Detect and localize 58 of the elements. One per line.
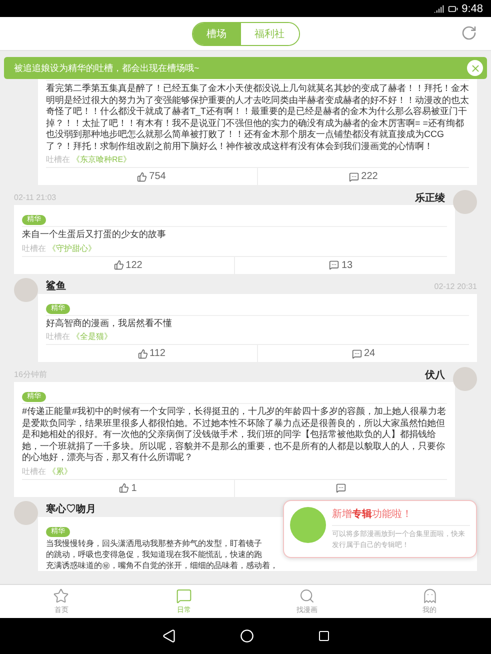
- source-prefix: 吐槽在: [46, 154, 70, 165]
- battery-icon: [448, 4, 458, 14]
- recents-icon: [318, 630, 330, 642]
- close-button[interactable]: [467, 60, 483, 76]
- user-avatar[interactable]: [14, 501, 38, 525]
- like-button[interactable]: 122: [22, 256, 234, 274]
- comment-icon: [349, 172, 360, 182]
- thumbs-up-icon: [137, 172, 148, 182]
- post-text-line: 充满诱惑味道的㊙，嘴角不自觉的张开，细细的品味着，感动着，: [46, 560, 278, 570]
- comment-icon: [352, 348, 362, 358]
- like-button[interactable]: 112: [46, 345, 257, 362]
- clock: 9:48: [462, 2, 483, 14]
- comment-button[interactable]: 13: [234, 256, 447, 274]
- post-text-line: 当我慢慢转身，回头潇洒甩动我那整齐帅气的发型，盯着镜子: [46, 538, 262, 548]
- user-name: 寒心♡吻月: [46, 502, 96, 516]
- user-name: 乐正绫: [415, 192, 445, 204]
- thumbs-up-icon: [138, 348, 148, 358]
- comment-button[interactable]: 222: [257, 168, 469, 185]
- source-link[interactable]: 《累》: [48, 466, 72, 476]
- like-button[interactable]: 754: [46, 168, 257, 185]
- ghost-icon: [422, 588, 438, 604]
- post-text-line: 的跳动，呼吸也变得急促，我知道现在我不能慌乱，快速的跑: [46, 548, 262, 560]
- post-text: 来自一个生蛋后又打蛋的少女的故事: [22, 226, 447, 240]
- speech-bubble-icon: [176, 588, 192, 604]
- source-prefix: 吐槽在: [22, 466, 46, 476]
- user-name: 鲨鱼: [46, 279, 66, 293]
- comment-button[interactable]: 24: [257, 345, 469, 362]
- popup-title: 新增专辑功能啦！: [332, 507, 470, 526]
- user-avatar[interactable]: [453, 366, 477, 390]
- comment-icon: [329, 260, 340, 270]
- signal-icon: [434, 4, 444, 14]
- source-prefix: 吐槽在: [46, 331, 70, 342]
- close-icon: [470, 62, 480, 74]
- source-link[interactable]: 《全是猫》: [72, 331, 112, 342]
- segment-tab[interactable]: 槽场: [192, 22, 240, 44]
- source-prefix: 吐槽在: [22, 242, 46, 254]
- notice-text: 被追追娘设为精华的吐槽，都会出现在槽场哦~: [14, 62, 200, 74]
- home-button[interactable]: [240, 629, 254, 643]
- recents-button[interactable]: [318, 630, 330, 642]
- user-avatar[interactable]: [14, 278, 38, 302]
- like-button[interactable]: 1: [22, 480, 234, 496]
- post-text: 好高智商的漫画，我居然看不懂: [46, 314, 469, 329]
- back-icon: [162, 629, 176, 643]
- post-text: 看完第二季第五集真是醉了！已经五集了金木小天使都没说上几句就莫名其妙的变成了赫者！！拜托！金木明明是经过很大的努力为了变强能够保护重要的人才去吃同类由半赫者变成赫者的好不好！！动漫改的也太奇怪了吧！！什么都没干就成了赫者T_T还有啊！！最重要的是已经是赫者的金木为什么那么容易被亚门干掉？！！太扯了吧！！有木有！我不是说亚门不强但他的实力的确没有成为赫者的金木厉害啊= =还有绚都也没弱到那种地步吧怎么就那么简单被打败了！！还有金木那个朋友一点铺垫都没有就直接成为CCG了？！拜托！求制作组改剧之前用下脑好么！神作被改成这样有没有体会到我们漫画党的心情啊！: [46, 80, 469, 152]
- user-name: 伏八: [425, 368, 445, 382]
- home-icon: [240, 629, 254, 643]
- comment-icon: [336, 483, 346, 493]
- mascot-avatar: [290, 507, 326, 543]
- search-icon: [298, 588, 315, 604]
- source-link[interactable]: 《守护甜心》: [48, 242, 96, 254]
- refresh-icon[interactable]: [461, 25, 477, 41]
- user-avatar[interactable]: [453, 190, 477, 214]
- thumbs-up-icon: [119, 483, 130, 493]
- thumbs-up-icon: [114, 260, 124, 270]
- star-icon: [53, 588, 70, 604]
- source-link[interactable]: 《东京喰种RE》: [72, 154, 132, 165]
- post-text: #传递正能量#我初中的时候有一个女同学，长得挺丑的，十几岁的年龄四十多岁的容颜，加上她人很暴力老是爱欺负同学，结果班里很多人都很怕她。不过她本性不坏除了暴力点还是很善良的，所以大家虽然怕她但是和她相处的很好。有一次他的父亲病倒了没钱做手术，我们班的同学【包括常被他欺负的人】都捐钱给她，一个班就捐了一千多块。所以呢，容貌并不是那么的重要，也不是所有的人都是以貌取人的人，只要你的心地好，漂亮与否，那又有什么所谓呢？: [22, 403, 447, 464]
- back-button[interactable]: [162, 629, 176, 643]
